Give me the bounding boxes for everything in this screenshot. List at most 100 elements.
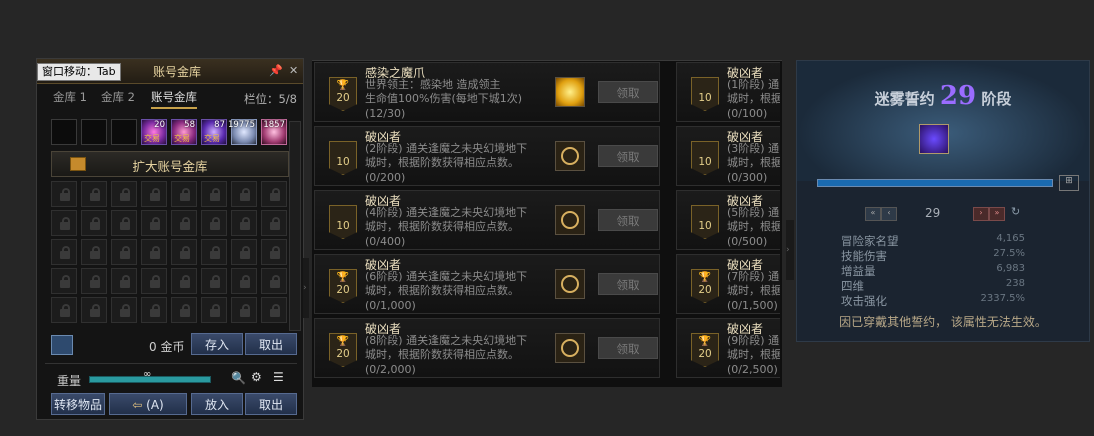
- locked-slot[interactable]: [111, 181, 137, 207]
- deposit-button[interactable]: 存入: [191, 333, 243, 355]
- claim-button[interactable]: 领取: [598, 209, 658, 231]
- quest-tier-number: 20: [336, 348, 350, 360]
- claim-button[interactable]: 领取: [598, 337, 658, 359]
- first-page-icon[interactable]: «: [865, 207, 881, 221]
- quest-tier-number: 20: [698, 348, 712, 360]
- put-in-button[interactable]: 放入: [191, 393, 243, 415]
- item-slot[interactable]: [111, 119, 137, 145]
- stat-label: 攻击强化: [841, 294, 887, 308]
- quest-progress: (0/300): [727, 171, 768, 184]
- locked-slot[interactable]: [51, 210, 77, 236]
- refresh-icon[interactable]: ↻: [1011, 205, 1020, 218]
- quest-progress: (0/500): [727, 235, 768, 248]
- locked-slot[interactable]: [141, 181, 167, 207]
- storage-title-bar[interactable]: 窗口移动：Tab 账号金库 📌 ✕: [37, 59, 303, 84]
- pin-icon[interactable]: 📌: [269, 64, 283, 77]
- last-page-icon[interactable]: »: [989, 207, 1005, 221]
- locked-slot[interactable]: [81, 297, 107, 323]
- quest-column-right: 10 破凶者 (1阶段) 通城时，根据 (0/100) 10 破凶者 (3阶段) 通城时，根…: [676, 62, 780, 384]
- tab-storage-1[interactable]: 金库 1: [53, 89, 87, 107]
- close-icon[interactable]: ✕: [289, 64, 298, 77]
- list-icon[interactable]: ☰: [273, 370, 284, 384]
- quest-description: (3阶段) 通城时，根据: [727, 142, 780, 170]
- locked-slot[interactable]: [201, 181, 227, 207]
- quest-reward-icon[interactable]: [555, 141, 585, 171]
- sort-icon[interactable]: [51, 335, 73, 355]
- locked-slot[interactable]: [201, 239, 227, 265]
- search-icon[interactable]: 🔍: [231, 371, 246, 385]
- quest-progress: (0/100): [727, 107, 768, 120]
- locked-slot[interactable]: [81, 239, 107, 265]
- storage-scrollbar[interactable]: [289, 121, 301, 331]
- locked-slot[interactable]: [171, 210, 197, 236]
- quest-tier-badge: 🏆 20: [691, 333, 719, 367]
- quest-tier-badge: 10: [329, 141, 357, 175]
- locked-slot[interactable]: [231, 268, 257, 294]
- locked-slot[interactable]: [141, 297, 167, 323]
- locked-slot[interactable]: [111, 210, 137, 236]
- locked-slot[interactable]: [261, 210, 287, 236]
- locked-slot[interactable]: [51, 268, 77, 294]
- next-page-icon[interactable]: ›: [973, 207, 989, 221]
- locked-slot[interactable]: [261, 297, 287, 323]
- take-out-button[interactable]: 取出: [245, 393, 297, 415]
- quest-tier-number: 10: [336, 220, 350, 232]
- expand-storage-label: 扩大账号金库: [132, 159, 208, 174]
- locked-slot[interactable]: [141, 239, 167, 265]
- item-slot[interactable]: 20 交易: [141, 119, 167, 145]
- tab-storage-2[interactable]: 金库 2: [101, 89, 135, 107]
- claim-button[interactable]: 领取: [598, 81, 658, 103]
- pact-emblem-icon[interactable]: [919, 124, 949, 154]
- locked-slot[interactable]: [201, 210, 227, 236]
- auto-transfer-button[interactable]: ⇦ (A): [109, 393, 187, 415]
- locked-slot[interactable]: [171, 181, 197, 207]
- item-slot[interactable]: [51, 119, 77, 145]
- locked-slot[interactable]: [111, 268, 137, 294]
- item-slot[interactable]: [81, 119, 107, 145]
- withdraw-button[interactable]: 取出: [245, 333, 297, 355]
- locked-slot[interactable]: [201, 297, 227, 323]
- locked-slot[interactable]: [81, 268, 107, 294]
- panel-divider-left: ›: [303, 258, 309, 318]
- locked-slot[interactable]: [141, 268, 167, 294]
- locked-slot[interactable]: [171, 297, 197, 323]
- locked-slot[interactable]: [111, 297, 137, 323]
- quest-tier-badge: 10: [691, 77, 719, 111]
- locked-slot[interactable]: [51, 181, 77, 207]
- item-slot[interactable]: 58 交易: [171, 119, 197, 145]
- locked-slot[interactable]: [81, 181, 107, 207]
- quest-reward-icon[interactable]: [555, 205, 585, 235]
- transfer-items-button[interactable]: 转移物品: [51, 393, 105, 415]
- expand-storage-button[interactable]: 扩大账号金库: [51, 151, 289, 177]
- quest-reward-icon[interactable]: [555, 269, 585, 299]
- locked-slot[interactable]: [231, 239, 257, 265]
- locked-slot[interactable]: [201, 268, 227, 294]
- tab-account-storage[interactable]: 账号金库: [151, 89, 197, 109]
- locked-slot[interactable]: [231, 297, 257, 323]
- locked-slot[interactable]: [111, 239, 137, 265]
- slot-count-label: 栏位：5/8: [243, 92, 297, 106]
- locked-slot[interactable]: [261, 268, 287, 294]
- locked-slot[interactable]: [141, 210, 167, 236]
- item-slot[interactable]: 19775: [228, 119, 257, 145]
- locked-slot[interactable]: [81, 210, 107, 236]
- locked-slot[interactable]: [51, 239, 77, 265]
- locked-slot[interactable]: [51, 297, 77, 323]
- item-slot[interactable]: 1857: [261, 119, 287, 145]
- gear-icon[interactable]: ⚙: [251, 370, 262, 384]
- item-slot[interactable]: 87 交易: [201, 119, 227, 145]
- quest-description-line: (6阶段) 通关逢魔之未央幻境地下: [365, 270, 528, 283]
- locked-slot[interactable]: [231, 181, 257, 207]
- account-storage-panel: 窗口移动：Tab 账号金库 📌 ✕ 金库 1 金库 2 账号金库 栏位：5/8 …: [36, 58, 304, 420]
- locked-slot[interactable]: [171, 239, 197, 265]
- prev-page-icon[interactable]: ‹: [881, 207, 897, 221]
- locked-slot[interactable]: [261, 181, 287, 207]
- claim-button[interactable]: 领取: [598, 273, 658, 295]
- quest-reward-icon[interactable]: [555, 77, 585, 107]
- pact-settings-icon[interactable]: ⊞: [1059, 175, 1079, 191]
- claim-button[interactable]: 领取: [598, 145, 658, 167]
- locked-slot[interactable]: [261, 239, 287, 265]
- quest-reward-icon[interactable]: [555, 333, 585, 363]
- locked-slot[interactable]: [171, 268, 197, 294]
- locked-slot[interactable]: [231, 210, 257, 236]
